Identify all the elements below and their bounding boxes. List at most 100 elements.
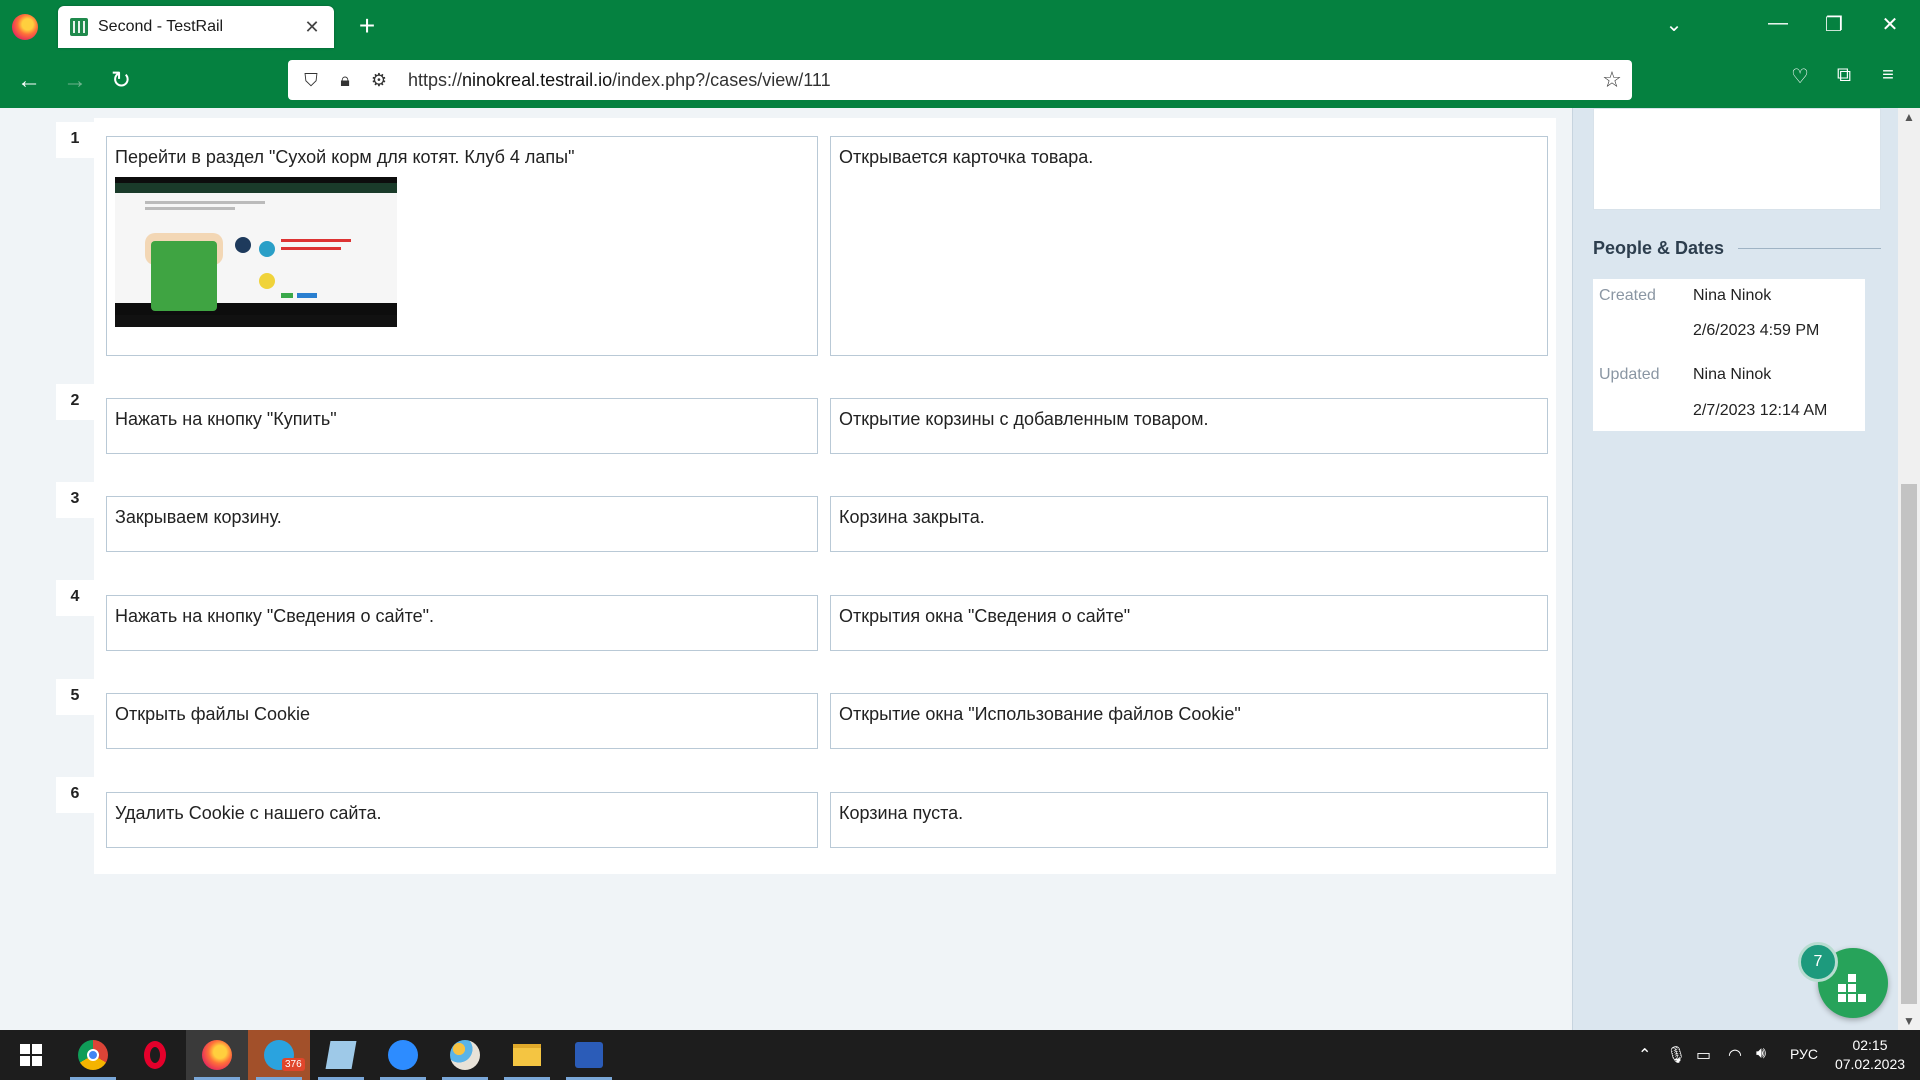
screenshot-attachment[interactable] [115,176,397,327]
taskbar-zoom[interactable] [372,1030,434,1080]
lock-icon[interactable]: 🔒︎ [328,70,362,91]
step-number: 5 [56,679,94,715]
bookmark-star-icon[interactable]: ☆ [1592,67,1632,93]
extensions-icon[interactable]: ⧉ [1826,64,1862,87]
step-expected: Открытие корзины с добавленным товаром. [830,398,1548,454]
preview-text-line [281,246,341,250]
forward-icon[interactable]: → [60,66,90,96]
preview-badge [235,236,251,253]
testrail-favicon-icon [70,18,88,36]
back-icon[interactable]: ← [14,66,44,96]
page-scrollbar[interactable]: ▲ ▼ [1898,108,1920,1030]
preview-text-line [145,206,235,210]
word-icon [575,1042,603,1068]
taskbar-chrome[interactable] [62,1030,124,1080]
created-at: 2/6/2023 4:59 PM [1693,322,1820,339]
step-expected: Корзина пуста. [830,792,1548,848]
preview-button [297,292,317,298]
firefox-icon [202,1040,232,1070]
preview-header [115,182,397,193]
step-number: 6 [56,777,94,813]
tab-title: Second - TestRail [98,18,224,35]
step-action: Удалить Cookie с нашего сайта. [106,792,818,848]
people-dates-heading: People & Dates [1593,238,1881,259]
people-dates-title: People & Dates [1593,238,1725,258]
taskbar-paint[interactable] [434,1030,496,1080]
created-label: Created [1599,287,1656,304]
step-action-text: Перейти в раздел "Сухой корм для котят. … [115,147,575,167]
scrollbar-thumb[interactable] [1901,484,1917,1004]
updated-by[interactable]: Nina Ninok [1693,366,1771,384]
tab-close-icon[interactable]: ✕ [302,17,322,38]
notes-icon [325,1041,357,1069]
browser-tab-bar: Second - TestRail ✕ + ⌄ — ❐ ✕ [0,0,1920,54]
preview-taskbar [115,314,397,327]
step-action: Нажать на кнопку "Купить" [106,398,818,454]
battery-icon[interactable]: ▭ [1696,1045,1711,1065]
scroll-up-icon[interactable]: ▲ [1898,110,1920,124]
taskbar-notes[interactable] [310,1030,372,1080]
windows-icon [20,1044,42,1066]
step-number: 1 [56,122,94,158]
windows-taskbar: 376 ⌃ 🎙︎ ▭ ◠ 🔊︎ РУС 02:15 07.02.2023 [0,1030,1920,1080]
attachment-preview [115,182,397,311]
restore-icon[interactable]: ❐ [1814,12,1854,37]
reload-icon[interactable]: ↻ [106,66,136,96]
taskbar-file-explorer[interactable] [496,1030,558,1080]
url-text[interactable]: https://ninokreal.testrail.io/index.php?… [408,70,1592,91]
taskbar-opera[interactable] [124,1030,186,1080]
new-tab-button[interactable]: + [350,10,384,44]
people-dates-box: Created Nina Ninok 2/6/2023 4:59 PM Upda… [1593,279,1865,431]
created-by[interactable]: Nina Ninok [1693,287,1771,305]
list-all-tabs-icon[interactable]: ⌄ [1654,12,1694,37]
taskbar-word[interactable] [558,1030,620,1080]
close-window-icon[interactable]: ✕ [1870,12,1910,37]
step-expected: Корзина закрыта. [830,496,1548,552]
show-hidden-icons-icon[interactable]: ⌃ [1638,1045,1651,1065]
step-action: Перейти в раздел "Сухой корм для котят. … [106,136,818,356]
menu-icon[interactable]: ≡ [1870,64,1906,87]
step-number: 2 [56,384,94,420]
chrome-icon [78,1040,108,1070]
folder-icon [513,1044,541,1066]
taskbar-firefox[interactable] [186,1030,248,1080]
language-indicator[interactable]: РУС [1790,1046,1818,1062]
preview-text-line [145,200,265,204]
zoom-icon [388,1040,418,1070]
clock-date: 07.02.2023 [1834,1056,1906,1072]
telegram-badge: 376 [282,1058,305,1071]
firefox-icon[interactable] [12,14,38,40]
clock-time: 02:15 [1852,1037,1888,1053]
start-button[interactable] [0,1030,62,1080]
taskbar-telegram[interactable]: 376 [248,1030,310,1080]
volume-icon[interactable]: 🔊︎ [1756,1045,1766,1063]
grid-icon [1838,974,1868,1004]
clock[interactable]: 02:15 07.02.2023 [1832,1036,1908,1074]
tracking-shield-icon[interactable]: ⛉ [294,70,328,91]
preview-badge [259,272,275,289]
opera-icon [144,1041,166,1069]
heading-rule [1738,248,1881,249]
wifi-icon[interactable]: ◠ [1728,1045,1742,1065]
preview-badge [259,240,275,257]
preview-product-bag [151,240,217,311]
step-expected: Открывается карточка товара. [830,136,1548,356]
step-expected: Открытия окна "Сведения о сайте" [830,595,1548,651]
browser-tab-active[interactable]: Second - TestRail ✕ [58,6,334,48]
step-number: 4 [56,580,94,616]
microphone-icon[interactable]: 🎙︎ [1666,1045,1686,1065]
sidebar-box [1593,108,1881,210]
url-bar[interactable]: ⛉ 🔒︎ ⚙︎ https://ninokreal.testrail.io/in… [288,60,1632,100]
step-action: Закрываем корзину. [106,496,818,552]
sidebar: People & Dates Created Nina Ninok 2/6/20… [1572,108,1900,1030]
step-action: Открыть файлы Cookie [106,693,818,749]
preview-text-line [281,238,351,242]
preview-buy-button [281,292,293,298]
scroll-down-icon[interactable]: ▼ [1898,1014,1920,1028]
minimize-icon[interactable]: — [1758,12,1798,35]
pocket-icon[interactable]: ♡ [1782,64,1818,89]
permissions-icon[interactable]: ⚙︎ [362,70,396,91]
paint-icon [450,1040,480,1070]
notification-badge[interactable]: 7 [1798,942,1838,982]
updated-at: 2/7/2023 12:14 AM [1693,402,1828,419]
